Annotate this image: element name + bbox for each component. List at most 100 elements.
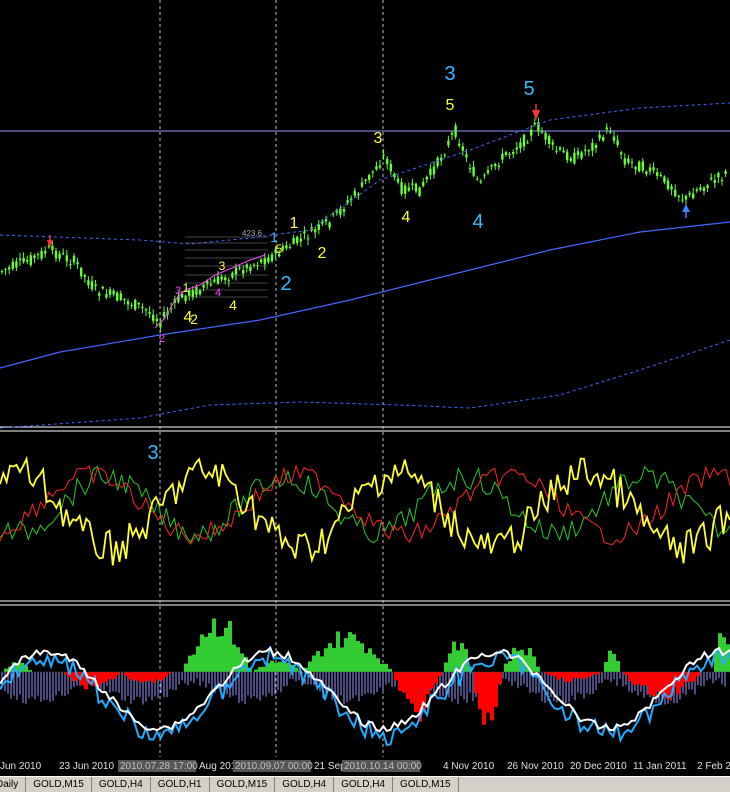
candle-body bbox=[18, 258, 22, 261]
wave-label: 2 bbox=[280, 273, 291, 295]
candle-body bbox=[429, 168, 432, 176]
macd-bar-up bbox=[532, 656, 536, 672]
candle-body bbox=[152, 314, 155, 321]
candle-body bbox=[62, 253, 65, 255]
macd-bar-up bbox=[356, 641, 360, 672]
macd-bar-up bbox=[192, 654, 196, 672]
macd-bar-up bbox=[344, 638, 348, 672]
macd-bar-down bbox=[588, 672, 592, 677]
tab-daily[interactable]: Daily bbox=[0, 777, 27, 792]
candle-body bbox=[512, 151, 515, 154]
candle-body bbox=[659, 174, 662, 176]
macd-bar-up bbox=[204, 636, 208, 672]
candle-body bbox=[15, 261, 18, 268]
candle-body bbox=[710, 177, 713, 180]
candle-body bbox=[108, 289, 112, 295]
macd-bar-down bbox=[584, 672, 588, 679]
candle-body bbox=[688, 192, 691, 195]
candle-body bbox=[555, 150, 558, 152]
candle-body bbox=[630, 161, 634, 163]
x-axis-tick-label: 4 Nov 2010 bbox=[443, 761, 495, 772]
macd-bar-down bbox=[160, 672, 164, 681]
macd-bar-down bbox=[648, 672, 652, 695]
candle-body bbox=[494, 163, 497, 167]
candle-body bbox=[724, 171, 727, 174]
candle-body bbox=[4, 269, 7, 271]
candle-body bbox=[425, 176, 428, 180]
macd-bar-up bbox=[4, 668, 8, 672]
macd-bar-down bbox=[652, 672, 656, 697]
candle-body bbox=[260, 259, 263, 263]
candle-body bbox=[418, 187, 421, 196]
candle-body bbox=[54, 250, 58, 259]
macd-bar-down bbox=[572, 672, 576, 679]
macd-bar-down bbox=[438, 672, 442, 676]
chart-tabs-bar: Daily GOLD,M15 GOLD,H4 GOLD,H1 GOLD,M15 … bbox=[0, 776, 730, 792]
macd-bar-down bbox=[632, 672, 636, 685]
date-highlight-label: 2010.07.28 17:00 bbox=[120, 761, 198, 772]
candle-body bbox=[141, 306, 144, 308]
tab-gold-m15-3[interactable]: GOLD,M15 bbox=[393, 777, 459, 792]
candle-body bbox=[252, 264, 256, 266]
macd-bar-down bbox=[124, 672, 128, 676]
macd-bar-up bbox=[308, 661, 312, 672]
up-arrow-icon bbox=[682, 204, 690, 212]
candle-body bbox=[44, 251, 47, 254]
tab-gold-h4-2[interactable]: GOLD,H4 bbox=[275, 777, 335, 792]
candle-body bbox=[371, 171, 374, 173]
macd-bar-down bbox=[478, 672, 482, 710]
macd-bar-up bbox=[208, 632, 212, 672]
macd-bar-down bbox=[100, 672, 104, 684]
macd-bar-down bbox=[394, 672, 398, 681]
macd-bar-up bbox=[352, 634, 356, 672]
macd-bar-up bbox=[360, 643, 364, 672]
candle-body bbox=[72, 255, 76, 263]
macd-bar-down bbox=[696, 672, 700, 677]
candle-body bbox=[386, 158, 389, 165]
candle-body bbox=[692, 193, 695, 199]
candle-body bbox=[648, 167, 652, 172]
macd-bar-down bbox=[434, 672, 438, 684]
candle-body bbox=[357, 194, 360, 196]
macd-bar-up bbox=[504, 663, 508, 672]
candle-body bbox=[105, 294, 108, 298]
macd-bar-down bbox=[148, 672, 152, 681]
candle-body bbox=[422, 181, 425, 186]
macd-bar-up bbox=[448, 653, 452, 672]
price-chart[interactable]: 423.61234543452123 4123453Jun 2010 23 Jun … bbox=[0, 0, 730, 776]
macd-bar-down bbox=[580, 672, 584, 679]
candle-body bbox=[209, 284, 212, 286]
macd-bar-down bbox=[140, 672, 144, 683]
macd-bar-down bbox=[152, 672, 156, 683]
candle-body bbox=[306, 238, 310, 240]
candle-body bbox=[8, 267, 11, 270]
candle-body bbox=[116, 292, 119, 301]
candle-body bbox=[483, 175, 486, 177]
tab-gold-m15-2[interactable]: GOLD,M15 bbox=[210, 777, 276, 792]
tab-gold-h4-3[interactable]: GOLD,H4 bbox=[334, 777, 394, 792]
tab-gold-h4[interactable]: GOLD,H4 bbox=[92, 777, 151, 792]
macd-bar-down bbox=[414, 672, 418, 712]
tab-gold-h1[interactable]: GOLD,H1 bbox=[151, 777, 210, 792]
candle-body bbox=[238, 267, 241, 269]
macd-bar-up bbox=[340, 647, 344, 672]
candle-body bbox=[360, 182, 364, 187]
macd-bar-down bbox=[144, 672, 148, 682]
candle-body bbox=[144, 309, 148, 311]
candle-body bbox=[299, 238, 302, 242]
candle-body bbox=[645, 171, 648, 174]
tab-gold-m15[interactable]: GOLD,M15 bbox=[26, 777, 92, 792]
macd-bar-down bbox=[636, 672, 640, 685]
candle-body bbox=[36, 253, 40, 255]
fibonacci-label: 423.6 bbox=[242, 229, 263, 238]
macd-bar-down bbox=[474, 672, 478, 694]
candle-body bbox=[468, 167, 472, 170]
candle-body bbox=[695, 189, 698, 192]
candle-body bbox=[443, 155, 446, 157]
macd-bar-down bbox=[640, 672, 644, 686]
macd-bar-down bbox=[596, 672, 600, 675]
candle-body bbox=[461, 146, 464, 151]
macd-bar-down bbox=[164, 672, 168, 677]
candle-body bbox=[288, 247, 292, 249]
macd-bar-down bbox=[108, 672, 112, 680]
